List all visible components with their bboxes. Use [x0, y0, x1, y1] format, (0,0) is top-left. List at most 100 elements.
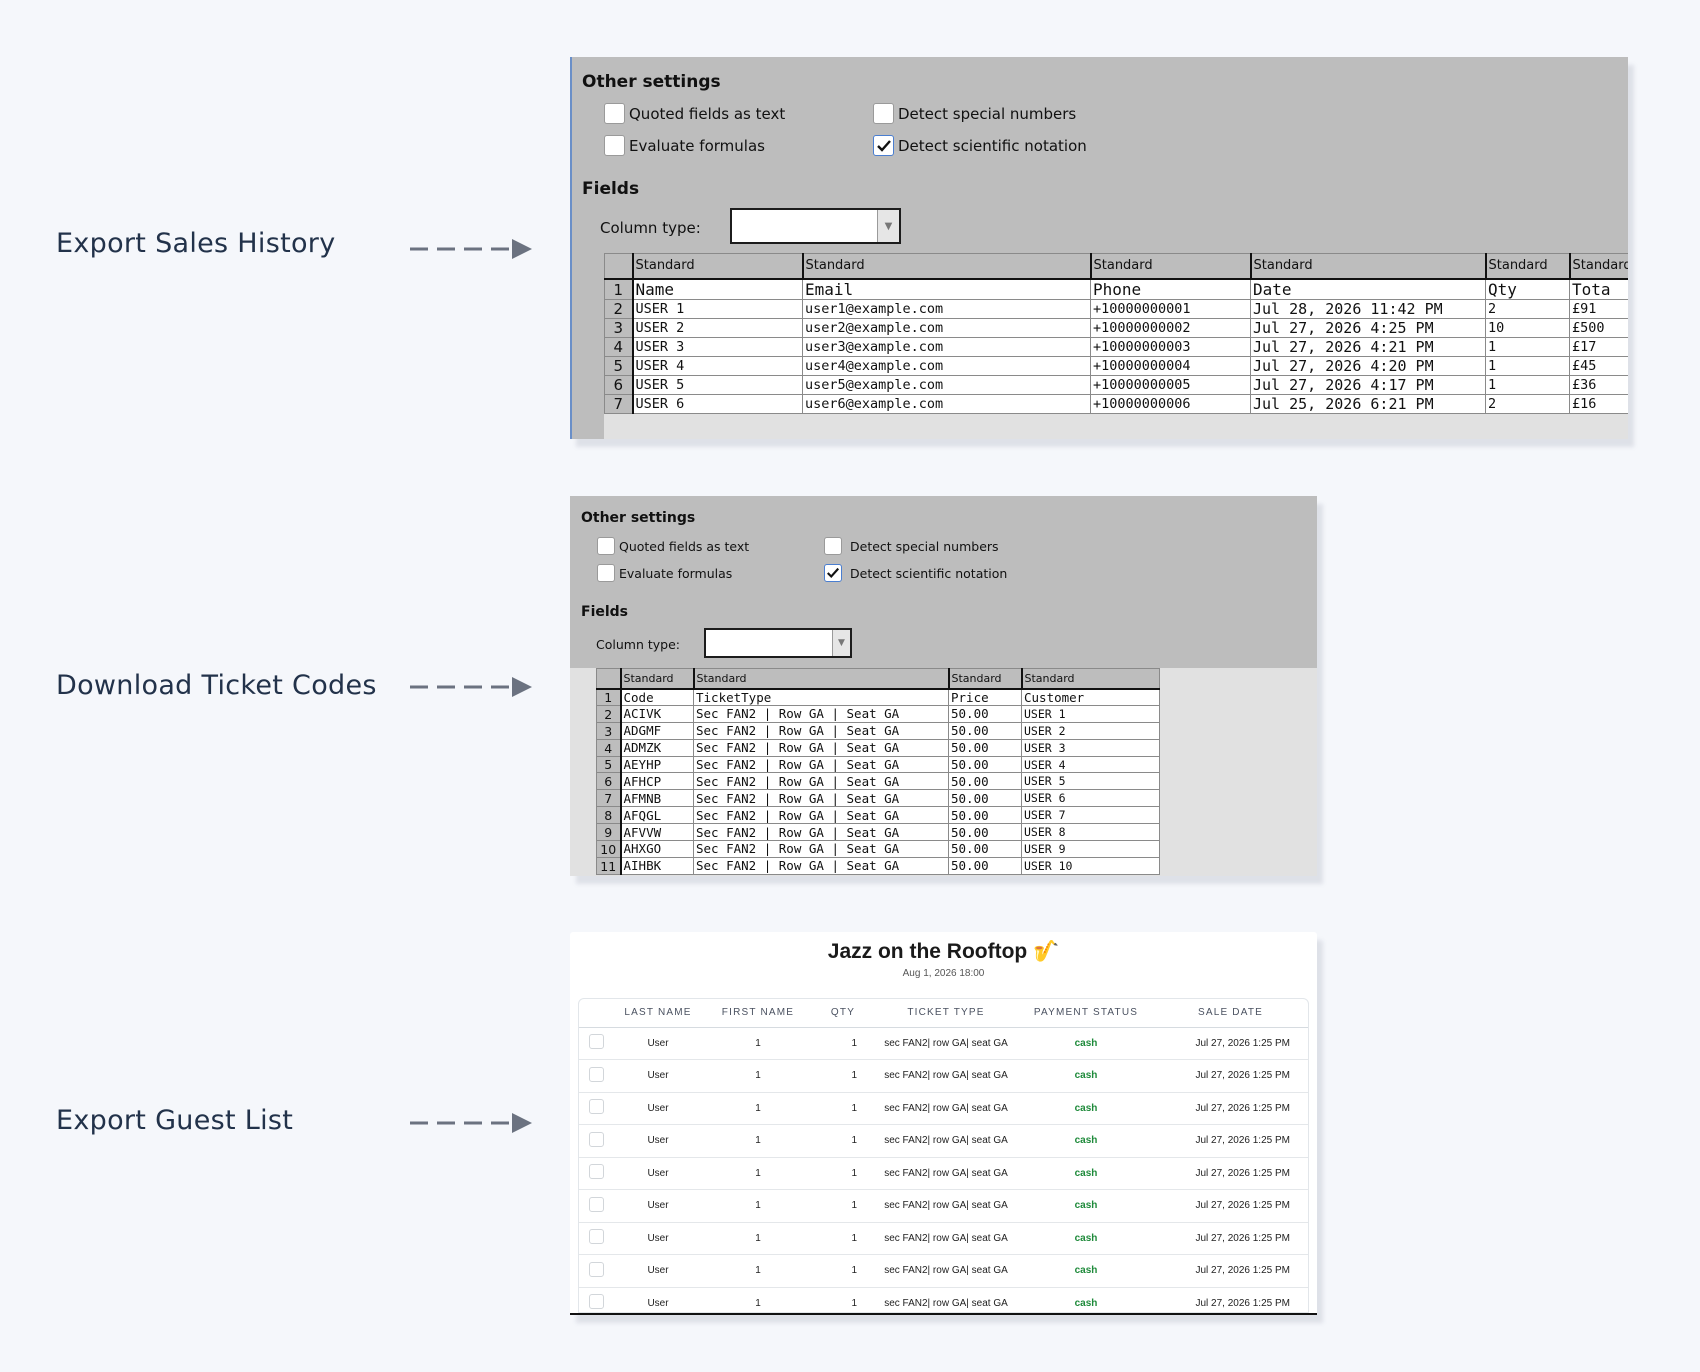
column-type-header[interactable]: Standard	[801, 253, 1091, 280]
grid-cell[interactable]: +10000000002	[1090, 317, 1251, 338]
evaluate-formulas-checkbox[interactable]	[604, 135, 625, 156]
grid-cell[interactable]: USER 10	[1021, 857, 1160, 875]
grid-cell[interactable]: 10	[1485, 317, 1570, 338]
grid-cell[interactable]: £91	[1569, 298, 1628, 319]
column-type-header[interactable]: Standard	[619, 668, 694, 690]
grid-cell[interactable]: USER 3	[1021, 739, 1160, 757]
grid-cell[interactable]: TicketType	[693, 688, 949, 706]
column-header[interactable]: FIRST NAME	[703, 999, 813, 1028]
grid-cell[interactable]: Sec FAN2 | Row GA | Seat GA	[693, 705, 949, 723]
row-checkbox[interactable]	[588, 1294, 604, 1310]
grid-cell[interactable]: 1	[1485, 355, 1570, 376]
row-number[interactable]: 4	[596, 738, 622, 757]
column-header[interactable]: PAYMENT STATUS	[1019, 999, 1153, 1028]
row-checkbox[interactable]	[588, 1261, 604, 1277]
grid-cell[interactable]: Date	[1250, 278, 1486, 300]
grid-cell[interactable]: USER 9	[1021, 840, 1160, 858]
grid-cell[interactable]: £16	[1569, 393, 1628, 414]
detect-special-checkbox[interactable]	[824, 537, 842, 555]
grid-cell[interactable]: £17	[1569, 336, 1628, 357]
grid-cell[interactable]: 50.00	[948, 840, 1022, 858]
grid-cell[interactable]: 1	[1485, 374, 1570, 395]
grid-cell[interactable]: 50.00	[948, 823, 1022, 842]
grid-cell[interactable]: ADMZK	[620, 739, 694, 757]
row-number[interactable]: 4	[604, 336, 634, 357]
guest-row[interactable]: User 1 1 sec FAN2| row GA| seat GA cash Jul 2…	[579, 1287, 1308, 1312]
row-number[interactable]: 7	[596, 789, 622, 808]
grid-cell[interactable]: Tota	[1569, 278, 1628, 300]
grid-cell[interactable]: Jul 27, 2026 4:20 PM	[1250, 355, 1486, 376]
grid-cell[interactable]: +10000000006	[1090, 393, 1251, 414]
grid-cell[interactable]: Price	[948, 688, 1022, 706]
grid-cell[interactable]: user3@example.com	[802, 336, 1091, 357]
row-number[interactable]: 11	[596, 856, 622, 875]
detect-scientific-checkbox[interactable]	[824, 564, 842, 582]
grid-cell[interactable]: 2	[1485, 298, 1570, 319]
grid-cell[interactable]: 50.00	[948, 806, 1022, 825]
grid-cell[interactable]: £500	[1569, 317, 1628, 338]
grid-cell[interactable]: Jul 28, 2026 11:42 PM	[1250, 298, 1486, 319]
guest-row[interactable]: User 1 1 sec FAN2| row GA| seat GA cash Jul 2…	[579, 1254, 1308, 1288]
grid-cell[interactable]: USER 1	[632, 298, 803, 319]
grid-cell[interactable]: USER 7	[1021, 806, 1160, 825]
grid-cell[interactable]: Sec FAN2 | Row GA | Seat GA	[693, 756, 949, 774]
grid-cell[interactable]: user5@example.com	[802, 374, 1091, 395]
row-checkbox[interactable]	[588, 1034, 604, 1050]
grid-cell[interactable]: Phone	[1090, 278, 1251, 300]
grid-cell[interactable]: Sec FAN2 | Row GA | Seat GA	[693, 772, 949, 791]
guest-row[interactable]: User 1 1 sec FAN2| row GA| seat GA cash Jul 2…	[579, 1157, 1308, 1190]
grid-cell[interactable]: 2	[1485, 393, 1570, 414]
combo-dropdown-button[interactable]: ▼	[877, 210, 899, 242]
row-number[interactable]: 1	[604, 278, 634, 300]
grid-cell[interactable]: USER 3	[632, 336, 803, 357]
grid-cell[interactable]: user6@example.com	[802, 393, 1091, 414]
grid-cell[interactable]: 50.00	[948, 722, 1022, 740]
column-type-header[interactable]: Standard	[1484, 253, 1570, 280]
grid-cell[interactable]: Qty	[1485, 278, 1570, 300]
grid-cell[interactable]: USER 4	[1021, 756, 1160, 774]
grid-cell[interactable]: £45	[1569, 355, 1628, 376]
column-type-header[interactable]: Standard	[631, 253, 803, 280]
grid-cell[interactable]: 50.00	[948, 772, 1022, 791]
grid-cell[interactable]: Sec FAN2 | Row GA | Seat GA	[693, 722, 949, 740]
grid-cell[interactable]: Sec FAN2 | Row GA | Seat GA	[693, 857, 949, 875]
column-type-header[interactable]: Standard	[1089, 253, 1251, 280]
guest-row[interactable]: User 1 1 sec FAN2| row GA| seat GA cash Jul 2…	[579, 1222, 1308, 1255]
detect-scientific-checkbox[interactable]	[873, 135, 894, 156]
grid-cell[interactable]: USER 8	[1021, 823, 1160, 842]
row-checkbox[interactable]	[588, 1229, 604, 1245]
evaluate-formulas-checkbox[interactable]	[597, 564, 615, 582]
grid-cell[interactable]: Jul 27, 2026 4:17 PM	[1250, 374, 1486, 395]
guest-row[interactable]: User 1 1 sec FAN2| row GA| seat GA cash Jul 2…	[579, 1189, 1308, 1223]
row-number[interactable]: 10	[596, 840, 622, 858]
grid-cell[interactable]: AHXGO	[620, 840, 694, 858]
row-checkbox[interactable]	[588, 1164, 604, 1180]
grid-cell[interactable]: Sec FAN2 | Row GA | Seat GA	[693, 739, 949, 757]
grid-cell[interactable]: 50.00	[948, 705, 1022, 723]
grid-cell[interactable]: AFHCP	[620, 772, 694, 791]
grid-cell[interactable]: Sec FAN2 | Row GA | Seat GA	[693, 823, 949, 842]
grid-cell[interactable]: Sec FAN2 | Row GA | Seat GA	[693, 789, 949, 808]
guest-row[interactable]: User 1 1 sec FAN2| row GA| seat GA cash Jul 2…	[579, 1027, 1308, 1060]
grid-cell[interactable]: USER 1	[1021, 705, 1160, 723]
grid-cell[interactable]: Sec FAN2 | Row GA | Seat GA	[693, 840, 949, 858]
grid-cell[interactable]: AFQGL	[620, 806, 694, 825]
grid-cell[interactable]: AIHBK	[620, 857, 694, 875]
codes-preview-grid[interactable]: Standard Standard Standard Standard 1 Cod…	[596, 668, 1160, 875]
grid-cell[interactable]: +10000000003	[1090, 336, 1251, 357]
grid-cell[interactable]: USER 6	[1021, 789, 1160, 808]
grid-cell[interactable]: Name	[632, 278, 803, 300]
grid-cell[interactable]: Customer	[1021, 688, 1160, 706]
row-number[interactable]: 2	[604, 298, 634, 319]
grid-cell[interactable]: USER 6	[632, 393, 803, 414]
quoted-fields-checkbox[interactable]	[604, 103, 625, 124]
grid-cell[interactable]: USER 5	[1021, 772, 1160, 791]
column-header[interactable]: TICKET TYPE	[873, 999, 1019, 1028]
guest-row[interactable]: User 1 1 sec FAN2| row GA| seat GA cash Jul 2…	[579, 1059, 1308, 1093]
column-type-select[interactable]: ▼	[730, 208, 901, 244]
row-number[interactable]: 7	[604, 393, 634, 414]
column-type-header[interactable]: Standard	[692, 668, 949, 690]
grid-cell[interactable]: Sec FAN2 | Row GA | Seat GA	[693, 806, 949, 825]
grid-cell[interactable]: user1@example.com	[802, 298, 1091, 319]
grid-cell[interactable]: 50.00	[948, 789, 1022, 808]
